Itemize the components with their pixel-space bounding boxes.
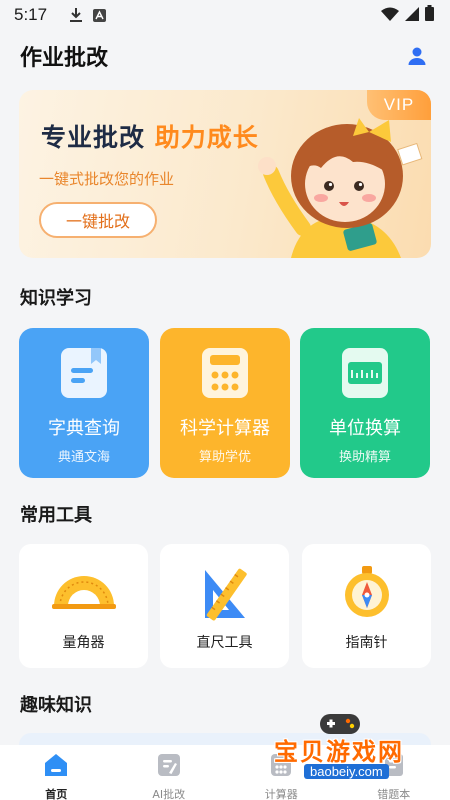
tool-protractor[interactable]: 量角器 [19, 544, 148, 668]
protractor-icon [19, 566, 148, 610]
tab-notebook-label: 错题本 [377, 788, 411, 800]
section-title-fun: 趣味知识 [20, 695, 92, 716]
status-time: 5:17 [14, 5, 48, 24]
section-title-knowledge: 知识学习 [20, 288, 92, 309]
user-icon[interactable] [404, 43, 430, 69]
book-icon [59, 346, 109, 404]
tab-home[interactable]: 首页 [0, 745, 113, 800]
girl-illustration-icon [241, 118, 431, 258]
gamepad-icon [320, 714, 360, 734]
promo-banner[interactable]: VIP 专业批改 助力成长 一键式批改您的作业 一键批改 [19, 90, 431, 258]
battery-icon [425, 5, 434, 25]
banner-subtitle: 一键式批改您的作业 [39, 170, 175, 188]
bottom-tab-bar: 首页 AI批改 计算器 错题本 [0, 745, 450, 800]
page-title: 作业批改 [20, 46, 109, 71]
ruler-scale-icon [340, 346, 390, 404]
calculator-tab-icon [267, 751, 295, 783]
banner-slogan: 专业批改 助力成长 [41, 118, 259, 154]
tool-compass-name: 指南针 [345, 635, 388, 651]
tool-protractor-name: 量角器 [62, 635, 105, 651]
app-header: 作业批改 [0, 36, 450, 76]
download-icon [69, 7, 83, 23]
set-square-icon [160, 566, 289, 622]
tab-ai-grade[interactable]: AI批改 [113, 745, 226, 800]
ai-grade-icon [155, 751, 183, 783]
signal-icon [405, 6, 419, 25]
card-unit-conversion-sub: 换助精算 [338, 450, 391, 465]
notebook-icon [380, 751, 408, 783]
one-click-grade-button[interactable]: 一键批改 [39, 202, 157, 238]
card-scientific-calculator[interactable]: 科学计算器 算助学优 [160, 328, 290, 478]
card-unit-conversion[interactable]: 单位换算 换助精算 [300, 328, 430, 478]
home-icon [42, 751, 70, 783]
tool-ruler-name: 直尺工具 [196, 635, 253, 651]
card-scientific-calculator-name: 科学计算器 [180, 418, 270, 439]
tab-calculator-label: 计算器 [264, 788, 298, 800]
tab-home-label: 首页 [45, 788, 68, 800]
tool-ruler[interactable]: 直尺工具 [160, 544, 289, 668]
tool-compass[interactable]: 指南针 [302, 544, 431, 668]
status-bar: 5:17 [0, 0, 450, 30]
wifi-icon [381, 6, 399, 25]
vip-badge[interactable]: VIP [367, 90, 431, 120]
app-notification-icon [93, 8, 107, 22]
card-scientific-calculator-sub: 算助学优 [198, 450, 251, 465]
card-unit-conversion-name: 单位换算 [329, 418, 401, 439]
card-dictionary[interactable]: 字典查询 典通文海 [19, 328, 149, 478]
tab-ai-grade-label: AI批改 [152, 788, 186, 800]
tab-calculator[interactable]: 计算器 [225, 745, 338, 800]
card-dictionary-sub: 典通文海 [57, 450, 110, 465]
compass-icon [302, 566, 431, 618]
calculator-icon [200, 346, 250, 404]
tab-notebook[interactable]: 错题本 [338, 745, 450, 800]
banner-slogan-main: 专业批改 [41, 123, 146, 152]
card-dictionary-name: 字典查询 [48, 418, 120, 439]
section-title-tools: 常用工具 [20, 505, 92, 526]
